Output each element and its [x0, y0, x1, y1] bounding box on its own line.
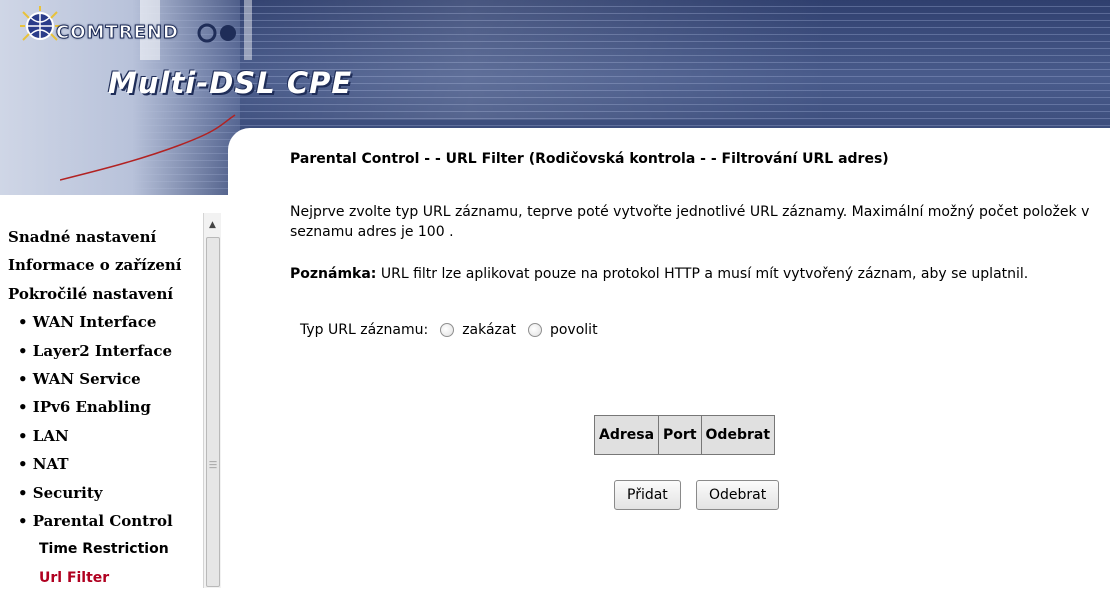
brand-logo-text: COMTREND	[56, 22, 179, 44]
brand-dots-icon	[197, 23, 236, 43]
add-button[interactable]: Přidat	[614, 480, 681, 510]
sidebar-item-informace-o-zarizeni[interactable]: Informace o zařízení	[8, 251, 204, 279]
table-header-row: Adresa Port Odebrat	[593, 415, 776, 455]
radio-block-label: zakázat	[462, 322, 516, 338]
remove-button[interactable]: Odebrat	[696, 480, 780, 510]
radio-allow-label: povolit	[549, 322, 598, 338]
column-header-port: Port	[658, 415, 702, 455]
content-panel	[228, 128, 1110, 588]
note-label: Poznámka:	[290, 266, 377, 282]
column-header-remove: Odebrat	[700, 415, 776, 455]
sidebar-menu: Snadné nastavení Informace o zařízení Po…	[8, 223, 204, 592]
sidebar-item-snadne-nastaveni[interactable]: Snadné nastavení	[8, 223, 204, 251]
url-type-row: Typ URL záznamu: zakázat povolit	[300, 322, 598, 338]
scrollbar-thumb[interactable]: — — —	[206, 237, 220, 587]
radio-block[interactable]	[440, 323, 455, 337]
sidebar-item-security[interactable]: • Security	[8, 479, 204, 507]
url-type-label: Typ URL záznamu:	[300, 322, 429, 338]
sidebar-item-lan[interactable]: • LAN	[8, 422, 204, 450]
globe-logo-icon	[20, 6, 60, 41]
product-title: Multi-DSL CPE	[108, 66, 353, 100]
banner-glow	[200, 0, 1100, 120]
url-filter-table: Adresa Port Odebrat	[593, 415, 776, 455]
note-text: URL filtr lze aplikovat pouze na protoko…	[376, 266, 1029, 282]
scroll-up-arrow-icon[interactable]: ▲	[204, 217, 221, 233]
sidebar-item-parental-control[interactable]: • Parental Control	[8, 507, 204, 535]
column-header-address: Adresa	[593, 415, 660, 455]
sidebar-item-time-restriction[interactable]: Time Restriction	[8, 535, 204, 563]
grip-icon: — — —	[209, 457, 217, 472]
sidebar-item-nat[interactable]: • NAT	[8, 450, 204, 478]
sidebar-scrollbar[interactable]: ▲ — — —	[203, 213, 221, 588]
sidebar-item-ipv6-enabling[interactable]: • IPv6 Enabling	[8, 393, 204, 421]
swoosh-decoration-icon	[60, 114, 236, 181]
page-note: Poznámka: URL filtr lze aplikovat pouze …	[290, 266, 1028, 282]
sidebar: Snadné nastavení Informace o zařízení Po…	[0, 213, 222, 588]
sidebar-item-pokrocile-nastaveni[interactable]: Pokročilé nastavení	[8, 280, 204, 308]
page-title: Parental Control - - URL Filter (Rodičov…	[290, 151, 889, 167]
radio-allow[interactable]	[527, 323, 542, 337]
sidebar-item-wan-interface[interactable]: • WAN Interface	[8, 308, 204, 336]
page-description: Nejprve zvolte typ URL záznamu, teprve p…	[290, 204, 1090, 240]
sidebar-item-wan-service[interactable]: • WAN Service	[8, 365, 204, 393]
sidebar-item-layer2-interface[interactable]: • Layer2 Interface	[8, 337, 204, 365]
